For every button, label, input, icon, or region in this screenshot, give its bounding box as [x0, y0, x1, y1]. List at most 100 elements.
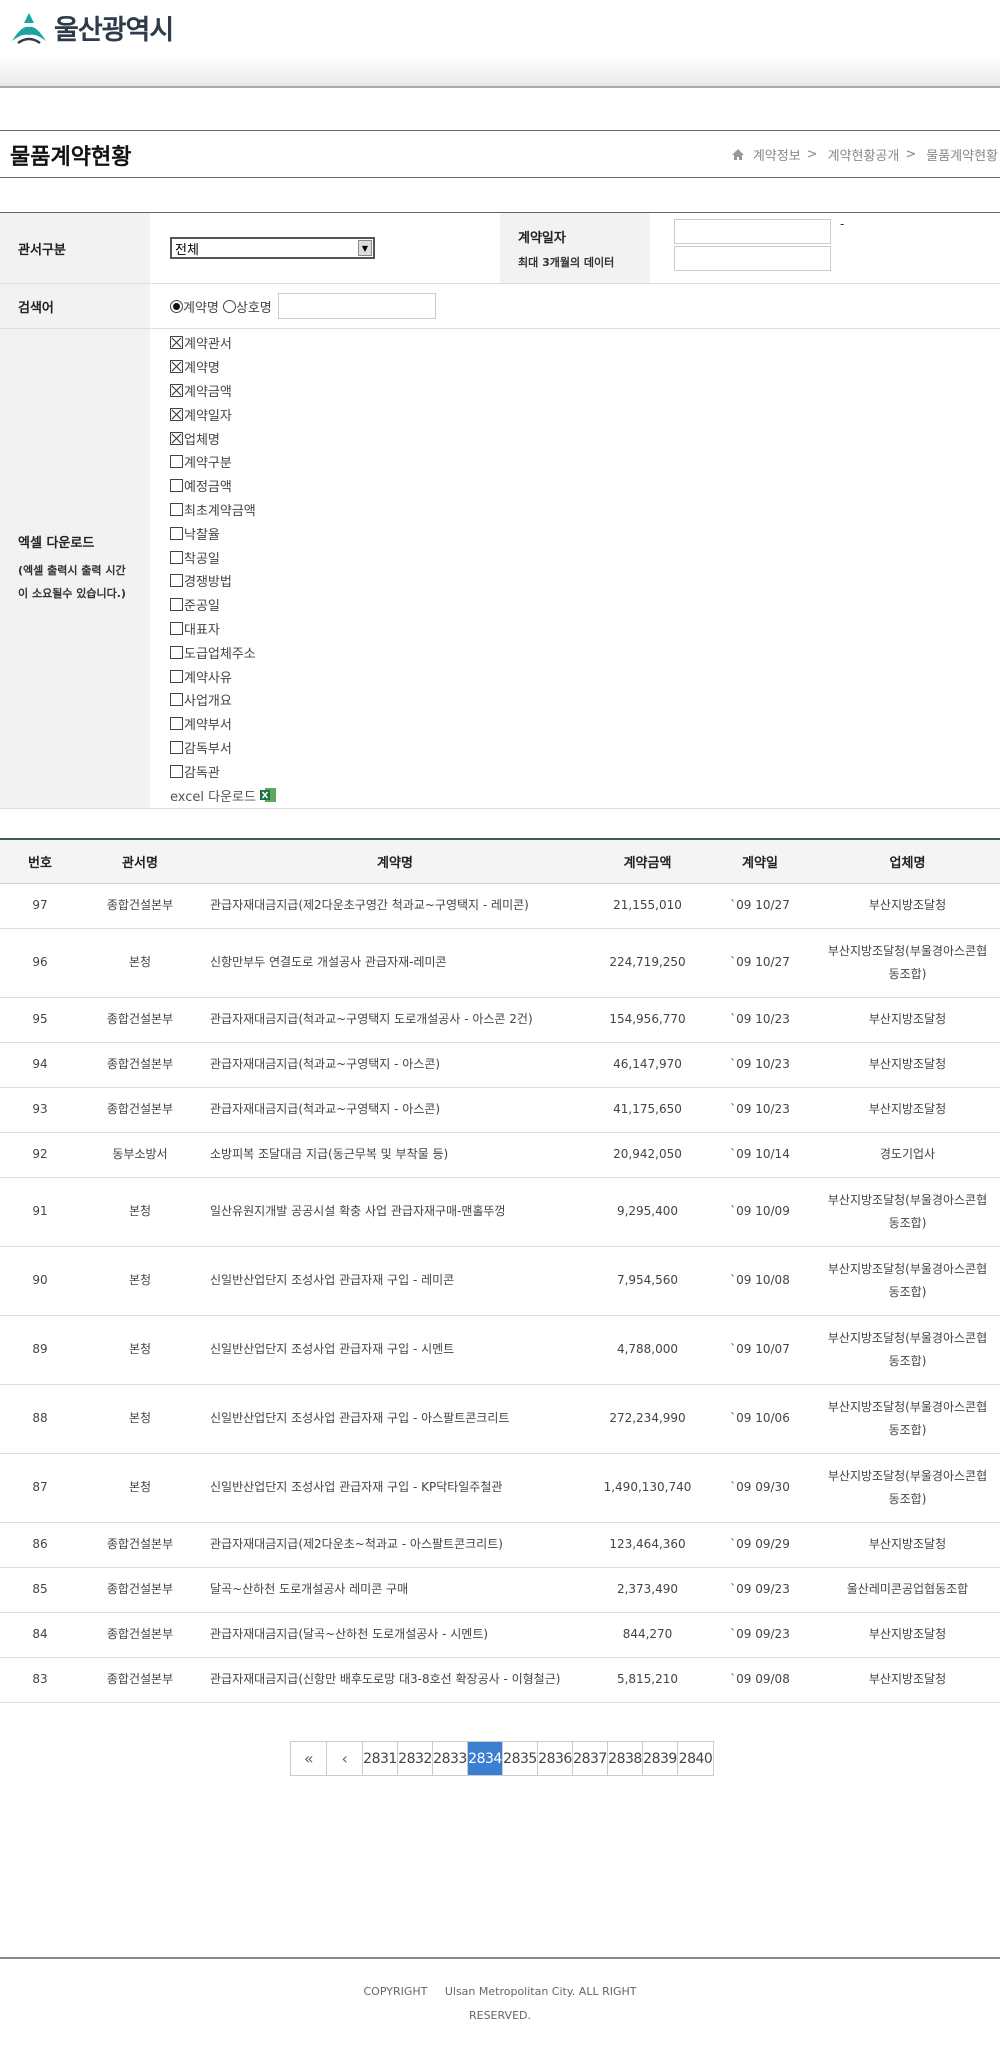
column-checkbox[interactable] [170, 502, 183, 516]
column-checkbox[interactable] [170, 336, 183, 350]
cell-contract-name[interactable]: 관급자재대금지급(신항만 배후도로망 대3-8호선 확장공사 - 이형철근) [200, 1657, 590, 1703]
page-number-button[interactable]: 2832 [398, 1742, 433, 1775]
table-row[interactable]: 85 종합건설본부 달곡~산하천 도로개설공사 레미콘 구매 2,373,490 `09… [0, 1567, 1000, 1613]
cell-office: 종합건설본부 [80, 1042, 200, 1088]
column-checkbox[interactable] [170, 550, 183, 564]
cell-contract-name[interactable]: 관급자재대금지급(척과교~구영택지 도로개설공사 - 아스콘 2건) [200, 997, 590, 1043]
table-row[interactable]: 93 종합건설본부 관급자재대금지급(척과교~구영택지 - 아스콘) 41,175,6… [0, 1087, 1000, 1133]
column-checkbox[interactable] [170, 764, 183, 778]
column-checkbox[interactable] [170, 383, 183, 397]
page-number-button[interactable]: 2840 [678, 1742, 713, 1775]
date-end-input[interactable] [674, 246, 831, 271]
column-checkbox-label: 착공일 [184, 551, 220, 567]
cell-office: 종합건설본부 [80, 1612, 200, 1658]
table-row[interactable]: 95 종합건설본부 관급자재대금지급(척과교~구영택지 도로개설공사 - 아스콘 2… [0, 997, 1000, 1043]
column-checkbox-label: 업체명 [184, 432, 220, 448]
cell-contract-name[interactable]: 관급자재대금지급(척과교~구영택지 - 아스콘) [200, 1042, 590, 1088]
checkbox-row: 대표자 [170, 617, 220, 641]
column-checkbox[interactable] [170, 645, 183, 659]
first-page-button[interactable]: « [291, 1742, 327, 1775]
cell-contract-name[interactable]: 달곡~산하천 도로개설공사 레미콘 구매 [200, 1567, 590, 1613]
column-checkbox[interactable] [170, 574, 183, 588]
table-row[interactable]: 86 종합건설본부 관급자재대금지급(제2다운초~척과교 - 아스팔트콘크리트) 12… [0, 1522, 1000, 1568]
column-checkbox[interactable] [170, 669, 183, 683]
prev-page-button[interactable]: ‹ [327, 1742, 363, 1775]
table-row[interactable]: 92 동부소방서 소방피복 조달대금 지급(동근무복 및 부착물 등) 20,942,… [0, 1132, 1000, 1178]
column-checkbox[interactable] [170, 431, 183, 445]
page-number-button[interactable]: 2838 [608, 1742, 643, 1775]
pagination: « ‹ 2831 2832 2833 2834 2835 2836 2837 2838 2839… [290, 1741, 714, 1776]
cell-contract-name[interactable]: 신일반산업단지 조성사업 관급자재 구입 - 레미콘 [200, 1246, 590, 1316]
site-logo[interactable]: 울산광역시 [10, 8, 174, 47]
column-checkbox[interactable] [170, 360, 183, 374]
excel-note-line1: (엑셀 출력시 출력 시간 [18, 564, 126, 577]
cell-amount: 154,956,770 [590, 997, 705, 1043]
page-number-button[interactable]: 2834 [468, 1742, 503, 1775]
column-checkbox[interactable] [170, 717, 183, 731]
dropdown-arrow-icon[interactable]: ▼ [358, 240, 372, 256]
cell-contract-name[interactable]: 신항만부두 연결도로 개설공사 관급자재-레미콘 [200, 928, 590, 998]
breadcrumb: 계약정보 > 계약현황공개 > 물품계약현황 [731, 145, 998, 164]
column-checkbox[interactable] [170, 621, 183, 635]
cell-date: `09 09/08 [705, 1657, 815, 1703]
page-number-button[interactable]: 2837 [573, 1742, 608, 1775]
page-number-button[interactable]: 2831 [363, 1742, 398, 1775]
cell-contract-name[interactable]: 관급자재대금지급(제2다운초구영간 척과교~구영택지 - 레미콘) [200, 883, 590, 929]
column-checkbox[interactable] [170, 598, 183, 612]
breadcrumb-item-contract-info[interactable]: 계약정보 [753, 145, 801, 164]
excel-download-link[interactable]: excel 다운로드 [170, 784, 277, 806]
table-row[interactable]: 84 종합건설본부 관급자재대금지급(달곡~산하천 도로개설공사 - 시멘트) 844… [0, 1612, 1000, 1658]
page-number-button[interactable]: 2839 [643, 1742, 678, 1775]
column-checkbox[interactable] [170, 479, 183, 493]
cell-date: `09 10/27 [705, 883, 815, 929]
page-number-button[interactable]: 2835 [503, 1742, 538, 1775]
table-row[interactable]: 94 종합건설본부 관급자재대금지급(척과교~구영택지 - 아스콘) 46,147,9… [0, 1042, 1000, 1088]
cell-contract-name[interactable]: 관급자재대금지급(제2다운초~척과교 - 아스팔트콘크리트) [200, 1522, 590, 1568]
keyword-label: 검색어 [0, 284, 150, 328]
radio-contract-name[interactable] [170, 299, 183, 313]
table-row[interactable]: 97 종합건설본부 관급자재대금지급(제2다운초구영간 척과교~구영택지 - 레미콘… [0, 883, 1000, 929]
cell-amount: 41,175,650 [590, 1087, 705, 1133]
cell-vendor: 부산지방조달청(부울경아스콘협동조합) [815, 1315, 1000, 1385]
table-row[interactable]: 83 종합건설본부 관급자재대금지급(신항만 배후도로망 대3-8호선 확장공사 -… [0, 1657, 1000, 1703]
table-row[interactable]: 90 본청 신일반산업단지 조성사업 관급자재 구입 - 레미콘 7,954,560 `… [0, 1246, 1000, 1316]
cell-date: `09 10/14 [705, 1132, 815, 1178]
page-number-button[interactable]: 2836 [538, 1742, 573, 1775]
cell-vendor: 부산지방조달청(부울경아스콘협동조합) [815, 1453, 1000, 1523]
radio-company-name[interactable] [222, 299, 236, 313]
search-form: 관서구분 전체 ▼ 계약일자 최대 3개월의 데이터 - 검색어 계약명 상호명 [0, 212, 1000, 809]
column-checkbox[interactable] [170, 693, 183, 707]
cell-contract-name[interactable]: 신일반산업단지 조성사업 관급자재 구입 - KP닥타일주철관 [200, 1453, 590, 1523]
cell-vendor: 부산지방조달청 [815, 1612, 1000, 1658]
column-checkbox[interactable] [170, 407, 183, 421]
cell-contract-name[interactable]: 소방피복 조달대금 지급(동근무복 및 부착물 등) [200, 1132, 590, 1178]
table-row[interactable]: 89 본청 신일반산업단지 조성사업 관급자재 구입 - 시멘트 4,788,000 `… [0, 1315, 1000, 1385]
cell-contract-name[interactable]: 신일반산업단지 조성사업 관급자재 구입 - 시멘트 [200, 1315, 590, 1385]
column-checkbox-label: 경쟁방법 [184, 575, 232, 591]
checkbox-row: 사업개요 [170, 688, 232, 712]
keyword-input[interactable] [277, 293, 436, 319]
cell-vendor: 부산지방조달청 [815, 1522, 1000, 1568]
column-checkbox[interactable] [170, 455, 183, 469]
column-checkbox[interactable] [170, 526, 183, 540]
column-checkbox[interactable] [170, 740, 183, 754]
column-checkbox-label: 최초계약금액 [184, 503, 256, 519]
page-number-button[interactable]: 2833 [433, 1742, 468, 1775]
column-checkbox-label: 도급업체주소 [184, 646, 256, 662]
cell-amount: 272,234,990 [590, 1384, 705, 1454]
cell-contract-name[interactable]: 일산유원지개발 공공시설 확충 사업 관급자재구매-맨홀뚜껑 [200, 1177, 590, 1247]
home-icon[interactable] [731, 148, 745, 161]
breadcrumb-item-contract-disclosure[interactable]: 계약현황공개 [828, 145, 900, 164]
cell-contract-name[interactable]: 신일반산업단지 조성사업 관급자재 구입 - 아스팔트콘크리트 [200, 1384, 590, 1454]
office-select[interactable]: 전체 ▼ [170, 237, 375, 259]
cell-contract-name[interactable]: 관급자재대금지급(척과교~구영택지 - 아스콘) [200, 1087, 590, 1133]
cell-amount: 7,954,560 [590, 1246, 705, 1316]
date-start-input[interactable] [674, 219, 831, 244]
cell-contract-name[interactable]: 관급자재대금지급(달곡~산하천 도로개설공사 - 시멘트) [200, 1612, 590, 1658]
table-row[interactable]: 96 본청 신항만부두 연결도로 개설공사 관급자재-레미콘 224,719,250 `… [0, 928, 1000, 998]
table-row[interactable]: 87 본청 신일반산업단지 조성사업 관급자재 구입 - KP닥타일주철관 1,490… [0, 1453, 1000, 1523]
cell-date: `09 10/06 [705, 1384, 815, 1454]
table-row[interactable]: 88 본청 신일반산업단지 조성사업 관급자재 구입 - 아스팔트콘크리트 272,2… [0, 1384, 1000, 1454]
checkbox-row: 계약부서 [170, 712, 232, 736]
table-row[interactable]: 91 본청 일산유원지개발 공공시설 확충 사업 관급자재구매-맨홀뚜껑 9,295,… [0, 1177, 1000, 1247]
